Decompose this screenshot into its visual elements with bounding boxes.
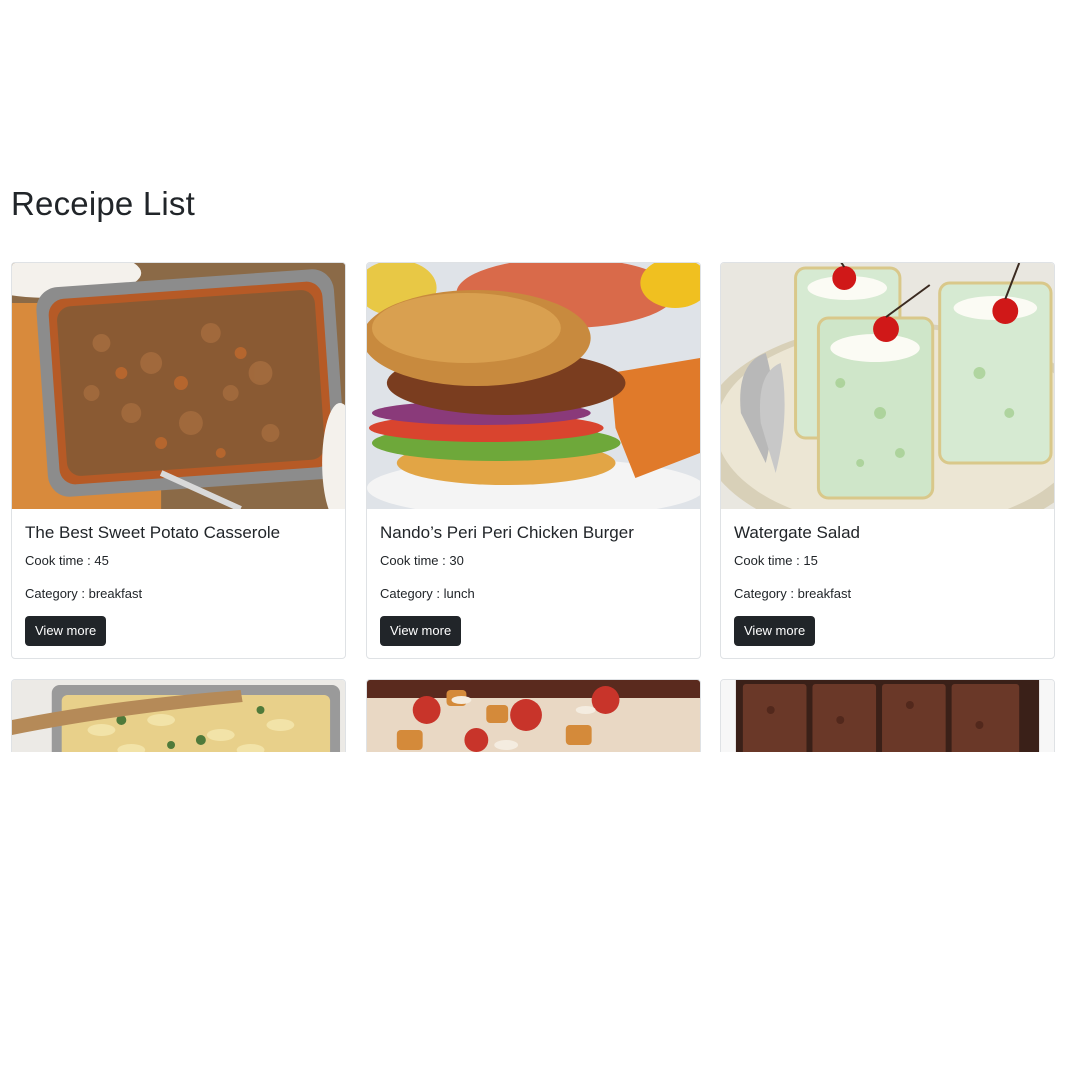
- category-label: Category :: [734, 586, 798, 601]
- recipe-card: [366, 679, 701, 752]
- view-more-button[interactable]: View more: [734, 616, 816, 646]
- cook-time: Cook time : 15: [734, 552, 1041, 569]
- recipe-card: [11, 679, 346, 752]
- recipe-title: The Best Sweet Potato Casserole: [25, 523, 281, 542]
- chicken-burger-image: [367, 263, 700, 509]
- category-value: breakfast: [797, 586, 852, 601]
- recipe-card: Watergate Salad Cook time : 15 Category …: [720, 262, 1055, 659]
- cook-time-label: Cook time :: [380, 553, 450, 568]
- recipe-card: The Best Sweet Potato Casserole Cook tim…: [11, 262, 346, 659]
- cook-time-label: Cook time :: [734, 553, 804, 568]
- roasted-vegetables-image: [367, 680, 700, 752]
- category: Category : lunch: [380, 585, 687, 602]
- view-more-button[interactable]: View more: [380, 616, 462, 646]
- category-value: breakfast: [88, 586, 143, 601]
- recipe-title: Watergate Salad: [734, 523, 860, 542]
- category-label: Category :: [380, 586, 444, 601]
- recipe-card: Nando’s Peri Peri Chicken Burger Cook ti…: [366, 262, 701, 659]
- cook-time: Cook time : 45: [25, 552, 332, 569]
- cook-time: Cook time : 30: [380, 552, 687, 569]
- view-more-button[interactable]: View more: [25, 616, 107, 646]
- category-value: lunch: [443, 586, 475, 601]
- cook-time-label: Cook time :: [25, 553, 95, 568]
- cook-time-value: 15: [803, 553, 818, 568]
- watergate-salad-image: [721, 263, 1054, 509]
- recipe-title: Nando’s Peri Peri Chicken Burger: [380, 523, 634, 542]
- page: Receipe List The Best Sweet Potato Casse…: [0, 0, 1080, 1080]
- sweet-potato-casserole-image: [12, 263, 345, 509]
- recipe-grid: The Best Sweet Potato Casserole Cook tim…: [0, 0, 1080, 752]
- brownies-image: [721, 680, 1054, 752]
- category: Category : breakfast: [25, 585, 332, 602]
- category-label: Category :: [25, 586, 89, 601]
- cook-time-value: 45: [94, 553, 109, 568]
- category: Category : breakfast: [734, 585, 1041, 602]
- recipe-card: [720, 679, 1055, 752]
- pasta-bake-image: [12, 680, 345, 752]
- cook-time-value: 30: [449, 553, 464, 568]
